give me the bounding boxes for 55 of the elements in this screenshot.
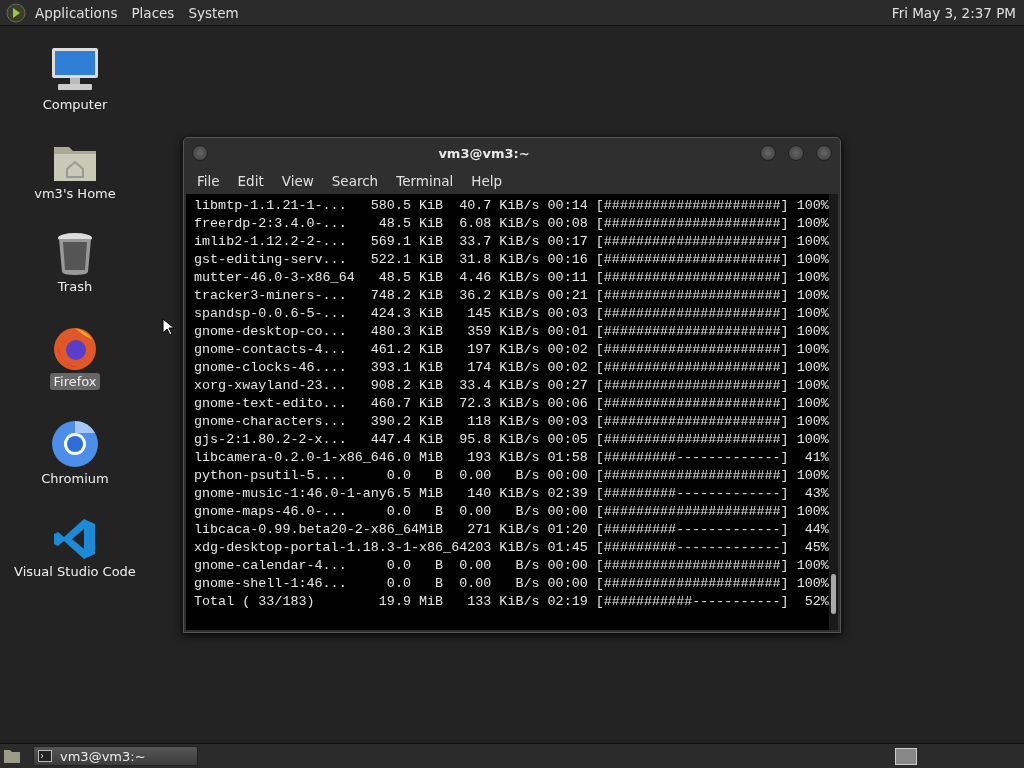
menu-item[interactable]: Edit: [228, 173, 273, 189]
firefox-icon: [51, 325, 99, 371]
panel-menu[interactable]: System: [183, 2, 244, 23]
panel-menu[interactable]: Places: [126, 2, 180, 23]
terminal-line: gst-editing-serv... 522.1 KiB 31.8 KiB/s 00:16 [######################] 100%: [194, 251, 829, 269]
terminal-line: gnome-text-edito... 460.7 KiB 72.3 KiB/s 00:06 [######################] 100%: [194, 395, 829, 413]
desktop-icon-label[interactable]: Computer: [39, 96, 111, 113]
window-menu-button[interactable]: [192, 145, 208, 161]
desktop-icon-label[interactable]: Chromium: [38, 470, 112, 487]
chromium-icon: [51, 420, 99, 468]
terminal-line: xdg-desktop-portal-1.18.3-1-x86_64203 KiB/s 01:45 [#########-------------] 45%: [194, 539, 829, 557]
desktop-icon-label[interactable]: Firefox: [50, 373, 100, 390]
terminal-line: libcamera-0.2.0-1-x86_646.0 MiB 193 KiB/s 01:58 [#########-------------] 41%: [194, 449, 829, 467]
maximize-button[interactable]: [788, 145, 804, 161]
terminal-line: libmtp-1.1.21-1-... 580.5 KiB 40.7 KiB/s 00:14 [######################] 100%: [194, 197, 829, 215]
vscode-icon: [53, 517, 97, 561]
terminal-line: Total ( 33/183) 19.9 MiB 133 KiB/s 02:19 [###########-----------] 52%: [194, 593, 829, 611]
desktop-icon-label[interactable]: Visual Studio Code: [11, 563, 139, 580]
show-desktop-icon[interactable]: [3, 748, 21, 764]
terminal-line: xorg-xwayland-23... 908.2 KiB 33.4 KiB/s 00:27 [######################] 100%: [194, 377, 829, 395]
terminal-line: imlib2-1.12.2-2-... 569.1 KiB 33.7 KiB/s 00:17 [######################] 100%: [194, 233, 829, 251]
terminal-line: gnome-calendar-4... 0.0 B 0.00 B/s 00:00 [######################] 100%: [194, 557, 829, 575]
menu-item[interactable]: File: [188, 173, 229, 189]
desktop-icon-label[interactable]: Trash: [54, 278, 96, 295]
terminal-line: gnome-music-1:46.0-1-any6.5 MiB 140 KiB/s 02:39 [#########-------------] 43%: [194, 485, 829, 503]
terminal-line: gjs-2:1.80.2-2-x... 447.4 KiB 95.8 KiB/s 00:05 [######################] 100%: [194, 431, 829, 449]
terminal-line: gnome-shell-1:46... 0.0 B 0.00 B/s 00:00 [######################] 100%: [194, 575, 829, 593]
terminal-icon: [38, 750, 52, 762]
workspace-switcher[interactable]: [895, 747, 917, 765]
menu-item[interactable]: Help: [462, 173, 512, 189]
terminal-line: gnome-contacts-4... 461.2 KiB 197 KiB/s 00:02 [######################] 100%: [194, 341, 829, 359]
terminal-line: freerdp-2:3.4.0-... 48.5 KiB 6.08 KiB/s 00:08 [######################] 100%: [194, 215, 829, 233]
clock[interactable]: Fri May 3, 2:37 PM: [891, 4, 1018, 21]
desktop-icon-label[interactable]: vm3's Home: [31, 185, 119, 202]
minimize-button[interactable]: [760, 145, 776, 161]
terminal-line: tracker3-miners-... 748.2 KiB 36.2 KiB/s 00:21 [######################] 100%: [194, 287, 829, 305]
task-button[interactable]: vm3@vm3:~: [33, 746, 198, 766]
terminal-line: spandsp-0.0.6-5-... 424.3 KiB 145 KiB/s 00:03 [######################] 100%: [194, 305, 829, 323]
trash-icon: [56, 232, 94, 276]
menu-item[interactable]: Terminal: [387, 173, 463, 189]
menu-item[interactable]: Search: [322, 173, 388, 189]
terminal-line: gnome-desktop-co... 480.3 KiB 359 KiB/s 00:01 [######################] 100%: [194, 323, 829, 341]
close-button[interactable]: [816, 145, 832, 161]
terminal-line: gnome-characters... 390.2 KiB 118 KiB/s 00:03 [######################] 100%: [194, 413, 829, 431]
panel-menu[interactable]: Applications: [30, 2, 123, 23]
terminal-line: gnome-clocks-46.... 393.1 KiB 174 KiB/s 00:02 [######################] 100%: [194, 359, 829, 377]
menu-logo-icon[interactable]: [6, 2, 26, 23]
menu-item[interactable]: View: [272, 173, 323, 189]
window-title: vm3@vm3:~: [437, 145, 531, 161]
scrollbar[interactable]: [828, 194, 838, 630]
terminal-line: libcaca-0.99.beta20-2-x86_64MiB 271 KiB/s 01:20 [#########-------------] 44%: [194, 521, 829, 539]
terminal-line: mutter-46.0-3-x86_64 48.5 KiB 4.46 KiB/s 00:11 [######################] 100%: [194, 269, 829, 287]
terminal-line: python-psutil-5.... 0.0 B 0.00 B/s 00:00 [######################] 100%: [194, 467, 829, 485]
mouse-pointer-icon: [162, 318, 174, 336]
terminal-line: gnome-maps-46.0-... 0.0 B 0.00 B/s 00:00 [######################] 100%: [194, 503, 829, 521]
